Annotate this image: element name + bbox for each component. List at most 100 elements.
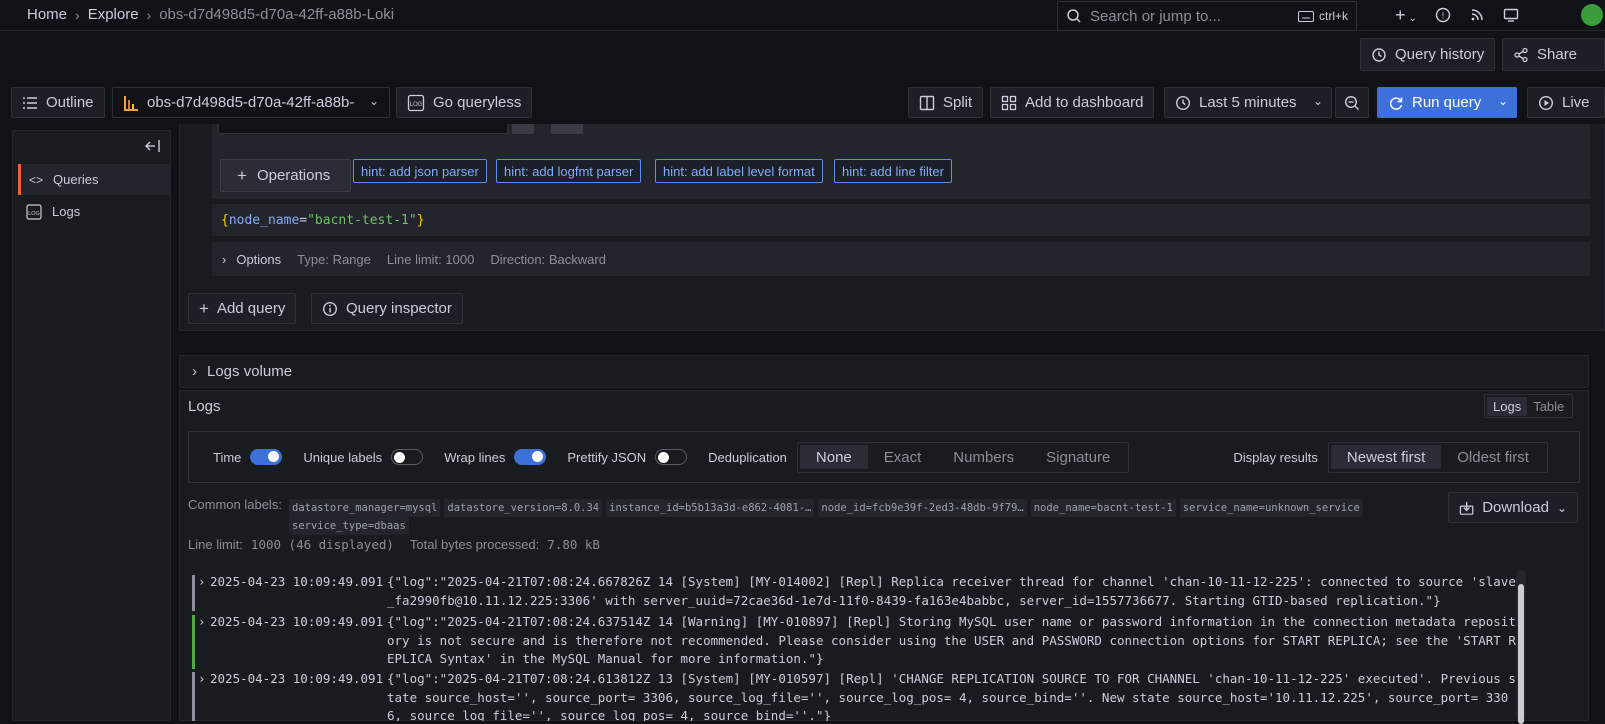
label-chip: instance_id=b5b13a3d-e862-4081-… [606, 499, 815, 517]
svg-text:LOG: LOG [28, 211, 40, 217]
outline-label: Outline [46, 94, 94, 111]
breadcrumb-separator-icon: › [146, 6, 152, 23]
dedup-signature[interactable]: Signature [1030, 445, 1126, 469]
outline-button[interactable]: Outline [11, 87, 105, 118]
dedup-numbers[interactable]: Numbers [937, 445, 1030, 469]
history-icon [1372, 47, 1386, 62]
remove-filter-button[interactable] [512, 124, 534, 134]
chevron-down-icon: ⌄ [1556, 500, 1567, 515]
log-row[interactable]: › 2025-04-23 10:09:49.091 {"log":"2025-0… [192, 613, 1522, 669]
logs-app-icon: LOG [407, 94, 425, 111]
logs-title: Logs [188, 398, 221, 415]
bytes-processed-value: 7.80 kB [547, 537, 600, 552]
log-message: {"log":"2025-04-21T07:08:24.613812Z 13 [… [387, 671, 1516, 721]
label-chip: datastore_manager=mysql [289, 499, 441, 517]
logs-icon: LOG [26, 203, 42, 220]
dedup-none[interactable]: None [799, 445, 868, 469]
download-label: Download [1482, 499, 1549, 516]
add-to-dashboard-button[interactable]: Add to dashboard [990, 87, 1155, 118]
log-row[interactable]: › 2025-04-23 10:09:49.091 {"log":"2025-0… [192, 670, 1522, 721]
order-newest-first[interactable]: Newest first [1330, 445, 1442, 469]
breadcrumb-home[interactable]: Home [27, 6, 67, 23]
add-query-button[interactable]: + Add query [188, 293, 297, 324]
logs-volume-header[interactable]: › Logs volume [179, 355, 1589, 388]
zoom-out-button[interactable] [1335, 87, 1369, 118]
log-timestamp: 2025-04-23 10:09:49.091 [210, 614, 384, 629]
query-inspector-label: Query inspector [346, 300, 452, 317]
query-inspector-button[interactable]: Query inspector [311, 293, 463, 324]
news-feed-icon[interactable] [1469, 7, 1485, 23]
chevron-right-icon[interactable]: › [198, 613, 206, 632]
collapse-sidebar-icon[interactable] [144, 139, 162, 153]
keyboard-icon [1297, 10, 1314, 22]
split-icon [919, 95, 935, 110]
line-limit-value: 1000 (46 displayed) [250, 537, 394, 552]
unique-labels-label: Unique labels [303, 449, 383, 465]
share-label: Share [1537, 46, 1578, 63]
avatar[interactable] [1581, 4, 1603, 26]
expr-operator: = [299, 212, 308, 228]
log-row[interactable]: › 2025-04-23 10:09:49.091 {"log":"2025-0… [192, 573, 1522, 612]
operations-label: Operations [256, 167, 331, 184]
help-icon[interactable]: ! [1435, 7, 1451, 23]
refresh-icon [1389, 96, 1403, 110]
add-filter-button[interactable] [551, 124, 583, 134]
wrap-lines-toggle[interactable] [514, 449, 547, 465]
options-direction: Direction: Backward [490, 251, 606, 267]
sidebar-item-logs[interactable]: LOG Logs [18, 196, 171, 227]
time-toggle-label: Time [213, 449, 242, 465]
log-level-indicator [192, 575, 195, 611]
new-plus-icon[interactable]: + ⌄ [1395, 5, 1417, 26]
operations-button[interactable]: + Operations [220, 159, 351, 192]
hint-line-filter[interactable]: hint: add line filter [834, 159, 952, 183]
breadcrumb-current: obs-d7d498d5-d70a-42ff-a88b-Loki [159, 6, 395, 23]
go-queryless-button[interactable]: LOG Go queryless [396, 87, 533, 118]
sidebar-item-queries[interactable]: <> Queries [18, 164, 171, 195]
time-range-picker[interactable]: Last 5 minutes ⌄ [1164, 87, 1332, 118]
breadcrumb-explore[interactable]: Explore [88, 6, 139, 23]
prettify-json-toggle[interactable] [655, 449, 688, 465]
datasource-picker[interactable]: obs-d7d498d5-d70a-42ff-a88b- ⌄ [112, 87, 390, 118]
logs-scrollbar-thumb[interactable] [1518, 584, 1524, 724]
plus-icon: + [199, 298, 209, 318]
expr-label-key: node_name [228, 212, 300, 228]
query-options-row[interactable]: › Options Type: Range Line limit: 1000 D… [212, 242, 1590, 276]
chevron-down-icon[interactable]: ⌄ [1498, 94, 1508, 108]
logs-volume-label: Logs volume [207, 363, 293, 380]
chevron-right-icon[interactable]: › [198, 670, 206, 689]
time-range-label: Last 5 minutes [1199, 94, 1297, 111]
hint-json-parser[interactable]: hint: add json parser [353, 159, 487, 183]
deduplication-label: Deduplication [708, 449, 787, 465]
label-filter-inputs[interactable] [218, 124, 508, 134]
info-icon [322, 301, 338, 316]
order-oldest-first[interactable]: Oldest first [1441, 445, 1545, 469]
expr-brace-open: { [221, 212, 229, 228]
share-button[interactable]: Share [1502, 38, 1605, 71]
clock-icon [1175, 95, 1191, 110]
download-icon [1459, 501, 1474, 515]
search-icon [1067, 9, 1081, 23]
query-history-button[interactable]: Query history [1360, 38, 1496, 71]
run-query-button[interactable]: Run query ⌄ [1377, 87, 1517, 118]
log-message: {"log":"2025-04-21T07:08:24.667826Z 14 [… [387, 574, 1516, 608]
hint-logfmt-parser[interactable]: hint: add logfmt parser [496, 159, 642, 183]
chevron-right-icon[interactable]: › [198, 573, 206, 592]
download-button[interactable]: Download ⌄ [1448, 492, 1578, 523]
logs-controls: Time Unique labels Wrap lines Prettify J… [188, 431, 1580, 483]
log-level-indicator [192, 672, 195, 721]
tab-logs[interactable]: Logs [1487, 396, 1528, 416]
hint-label-level-format[interactable]: hint: add label level format [655, 159, 823, 183]
search-input[interactable]: Search or jump to... ctrl+k [1057, 1, 1357, 31]
unique-labels-toggle[interactable] [391, 449, 424, 465]
expr-label-value: "bacnt-test-1" [307, 212, 417, 228]
dock-menu-icon[interactable] [1503, 7, 1519, 23]
split-button[interactable]: Split [908, 87, 984, 118]
live-button[interactable]: Live [1527, 87, 1605, 118]
tab-table[interactable]: Table [1527, 397, 1570, 416]
query-expression[interactable]: { node_name = "bacnt-test-1" } [212, 204, 1590, 236]
label-chip: service_name=unknown_service [1179, 499, 1363, 517]
line-limit-label: Line limit: [188, 537, 243, 552]
sort-order-selector: Newest first Oldest first [1327, 441, 1548, 473]
time-toggle[interactable] [250, 449, 283, 465]
dedup-exact[interactable]: Exact [868, 445, 938, 469]
